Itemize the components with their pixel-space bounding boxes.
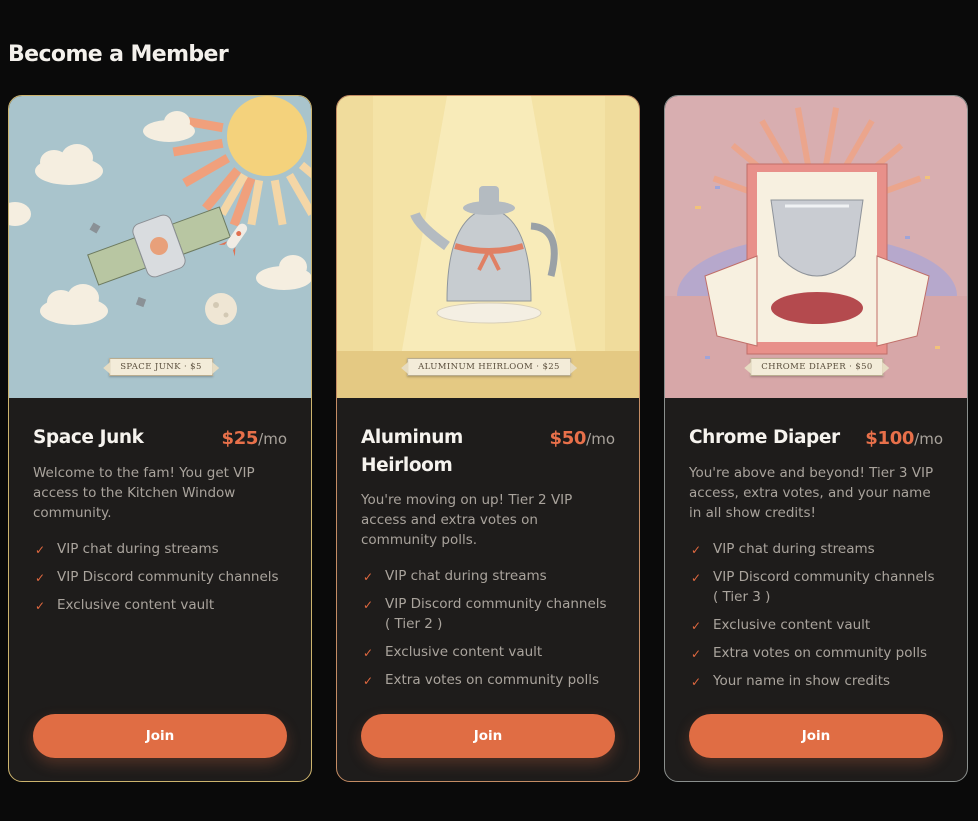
aluminum-heirloom-illustration: ALUMINUM HEIRLOOM · $25 (337, 96, 639, 398)
tier-name: Chrome Diaper (689, 427, 840, 448)
check-icon: ✓ (691, 543, 702, 557)
check-icon: ✓ (35, 571, 46, 585)
check-icon: ✓ (363, 674, 374, 688)
tier-card-space-junk: SPACE JUNK · $5 Space Junk $25/mo Welcom… (8, 95, 312, 782)
chrome-diaper-illustration: CHROME DIAPER · $50 (665, 96, 967, 398)
feature-item: ✓ VIP chat during streams (33, 539, 287, 559)
tier-price: $25/mo (221, 424, 287, 453)
art-caption: SPACE JUNK · $5 (103, 358, 219, 376)
price-amount: $25 (221, 428, 259, 449)
join-button[interactable]: Join (33, 714, 287, 758)
tier-description: You're moving on up! Tier 2 VIP access a… (361, 492, 573, 548)
feature-item: ✓ VIP Discord community channels (33, 567, 287, 587)
feature-item: ✓ Your name in show credits (689, 671, 943, 691)
tier-name: Space Junk (33, 427, 144, 448)
tier-card-aluminum-heirloom: ALUMINUM HEIRLOOM · $25 Aluminum Heirloo… (336, 95, 640, 782)
feature-item: ✓ VIP chat during streams (361, 566, 615, 586)
feature-item: ✓ VIP Discord community channels ( Tier 2… (363, 596, 607, 632)
check-icon: ✓ (35, 599, 46, 613)
tier-name: Aluminum Heirloom (361, 427, 463, 476)
tier-description: Welcome to the fam! You get VIP access t… (33, 465, 255, 521)
feature-item: ✓ Exclusive content vault (689, 615, 943, 635)
feature-list: ✓ VIP chat during streams ✓ VIP Discord co… (689, 539, 943, 691)
feature-item: ✓ Extra votes on community polls (689, 643, 943, 663)
feature-item: ✓ Exclusive content vault (361, 642, 615, 662)
price-period: /mo (586, 430, 615, 448)
price-period: /mo (258, 430, 287, 448)
feature-item: ✓ VIP Discord community channels ( Tier 3… (691, 569, 935, 605)
check-icon: ✓ (691, 571, 702, 585)
tier-price: $100/mo (865, 424, 943, 453)
check-icon: ✓ (363, 598, 374, 612)
feature-item: ✓ Extra votes on community polls (361, 670, 615, 690)
join-button[interactable]: Join (361, 714, 615, 758)
tier-card-chrome-diaper: CHROME DIAPER · $50 Chrome Diaper $100/m… (664, 95, 968, 782)
tier-description: You're above and beyond! Tier 3 VIP acce… (689, 465, 934, 521)
price-amount: $50 (549, 428, 587, 449)
feature-item: ✓ VIP chat during streams (689, 539, 943, 559)
join-button[interactable]: Join (689, 714, 943, 758)
check-icon: ✓ (691, 675, 702, 689)
art-caption: ALUMINUM HEIRLOOM · $25 (401, 358, 577, 376)
check-icon: ✓ (691, 647, 702, 661)
check-icon: ✓ (691, 619, 702, 633)
feature-list: ✓ VIP chat during streams ✓ VIP Discord co… (361, 566, 615, 690)
check-icon: ✓ (363, 570, 374, 584)
art-caption: CHROME DIAPER · $50 (744, 358, 891, 376)
price-amount: $100 (865, 428, 915, 449)
feature-list: ✓ VIP chat during streams ✓ VIP Discord co… (33, 539, 287, 615)
space-junk-illustration: SPACE JUNK · $5 (9, 96, 311, 398)
feature-item: ✓ Exclusive content vault (33, 595, 287, 615)
page-title: Become a Member (8, 42, 229, 67)
check-icon: ✓ (35, 543, 46, 557)
price-period: /mo (914, 430, 943, 448)
tier-price: $50/mo (549, 424, 615, 453)
check-icon: ✓ (363, 646, 374, 660)
